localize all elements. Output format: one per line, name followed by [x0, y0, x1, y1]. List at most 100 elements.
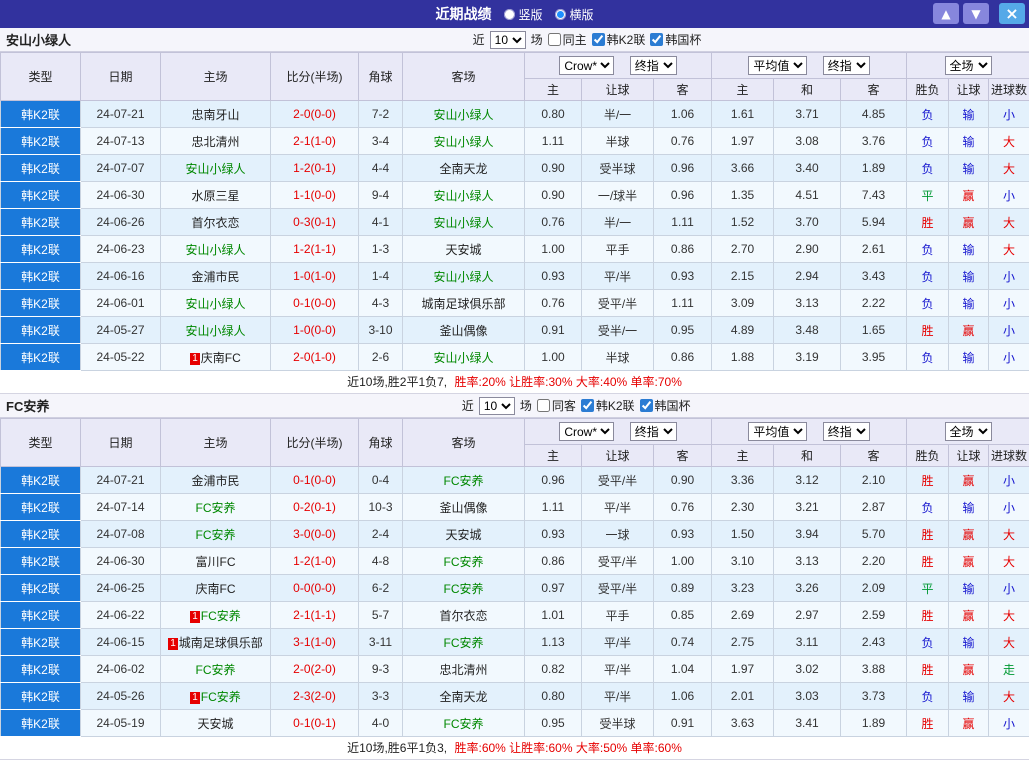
europe-away-odds: 2.20 — [841, 548, 907, 575]
outcome-cell: 负 — [907, 494, 949, 521]
away-team-cell: 天安城 — [403, 236, 525, 263]
corner-score-cell: 7-2 — [359, 101, 403, 128]
europe-home-odds: 3.09 — [712, 290, 774, 317]
home-team-cell: 安山小绿人 — [161, 155, 271, 182]
scroll-down-button[interactable]: ▼ — [963, 3, 989, 24]
europe-home-odds: 2.15 — [712, 263, 774, 290]
layout-vertical-option[interactable]: 竖版 — [503, 6, 542, 23]
col-europe-draw: 和 — [774, 445, 841, 467]
handicap-result-cell: 输 — [949, 236, 989, 263]
league-type-cell: 韩K2联 — [1, 344, 81, 371]
goals-result-cell: 大 — [989, 209, 1029, 236]
league-type-cell: 韩K2联 — [1, 656, 81, 683]
europe-draw-odds: 3.02 — [774, 656, 841, 683]
handicap-result-cell: 输 — [949, 575, 989, 602]
handicap-away-odds: 0.96 — [654, 155, 712, 182]
bookmaker-select[interactable]: Crow* — [559, 56, 614, 75]
away-team-cell: FC安养 — [403, 710, 525, 737]
europe-odds-group: 平均值 终指 — [712, 419, 907, 445]
league-type-cell: 韩K2联 — [1, 290, 81, 317]
league-type-cell: 韩K2联 — [1, 263, 81, 290]
league-k2-checkbox[interactable] — [592, 33, 605, 46]
col-outcome: 胜负 — [907, 445, 949, 467]
col-home: 主场 — [161, 53, 271, 101]
match-row: 韩K2联24-06-16金浦市民1-0(1-0)1-4安山小绿人0.93平/半0… — [1, 263, 1029, 290]
away-team-name: 釜山偶像 — [439, 501, 487, 515]
europe-home-odds: 2.75 — [712, 629, 774, 656]
korean-cup-checkbox[interactable] — [650, 33, 663, 46]
score-cell: 1-0(0-0) — [271, 317, 359, 344]
handicap-line: 平/半 — [582, 263, 654, 290]
recent-label: 近 — [462, 397, 474, 414]
league-k2-checkbox[interactable] — [581, 399, 594, 412]
match-date-cell: 24-05-19 — [81, 710, 161, 737]
away-team-name: FC安养 — [444, 636, 484, 650]
scroll-up-button[interactable]: ▲ — [933, 3, 959, 24]
korean-cup-checkbox[interactable] — [640, 399, 653, 412]
europe-away-odds: 1.89 — [841, 155, 907, 182]
close-button[interactable]: × — [999, 3, 1025, 24]
handicap-line: 受半/一 — [582, 317, 654, 344]
final-odds-select[interactable]: 终指 — [630, 56, 677, 75]
layout-horizontal-option[interactable]: 横版 — [555, 6, 594, 23]
same-venue-filter[interactable]: 同客 — [537, 397, 576, 414]
red-card-badge: 1 — [190, 692, 200, 704]
match-row: 韩K2联24-07-21忠南牙山2-0(0-0)7-2安山小绿人0.80半/一1… — [1, 101, 1029, 128]
handicap-home-odds: 0.91 — [525, 317, 582, 344]
match-row: 韩K2联24-07-13忠北清州2-1(1-0)3-4安山小绿人1.11半球0.… — [1, 128, 1029, 155]
europe-home-odds: 1.50 — [712, 521, 774, 548]
league-k2-filter[interactable]: 韩K2联 — [592, 31, 646, 48]
recent-count-select[interactable]: 10 — [479, 397, 515, 415]
korean-cup-label: 韩国杯 — [655, 397, 691, 414]
europe-away-odds: 2.10 — [841, 467, 907, 494]
handicap-result-cell: 赢 — [949, 317, 989, 344]
final-odds-select[interactable]: 终指 — [823, 422, 870, 441]
summary-row: 近10场,胜6平1负3, 胜率:60% 让胜率:60% 大率:50% 单率:60… — [0, 737, 1029, 760]
final-odds-select[interactable]: 终指 — [630, 422, 677, 441]
goals-result-cell: 小 — [989, 290, 1029, 317]
europe-draw-odds: 3.48 — [774, 317, 841, 344]
scope-select[interactable]: 全场 — [945, 56, 992, 75]
corner-score-cell: 3-3 — [359, 683, 403, 710]
average-odds-select[interactable]: 平均值 — [748, 422, 807, 441]
league-k2-filter[interactable]: 韩K2联 — [581, 397, 635, 414]
corner-score-cell: 4-4 — [359, 155, 403, 182]
average-odds-select[interactable]: 平均值 — [748, 56, 807, 75]
same-venue-checkbox[interactable] — [537, 399, 550, 412]
matches-tbody: 韩K2联24-07-21忠南牙山2-0(0-0)7-2安山小绿人0.80半/一1… — [1, 101, 1029, 371]
recent-count-select[interactable]: 10 — [490, 31, 526, 49]
scope-select[interactable]: 全场 — [945, 422, 992, 441]
outcome-cell: 胜 — [907, 602, 949, 629]
league-type-cell: 韩K2联 — [1, 575, 81, 602]
europe-draw-odds: 3.13 — [774, 548, 841, 575]
home-team-name: 忠北清州 — [191, 135, 239, 149]
handicap-line: 平/半 — [582, 683, 654, 710]
korean-cup-filter[interactable]: 韩国杯 — [650, 31, 701, 48]
handicap-line: 受半球 — [582, 710, 654, 737]
europe-draw-odds: 2.97 — [774, 602, 841, 629]
score-cell: 2-1(1-0) — [271, 128, 359, 155]
europe-away-odds: 3.95 — [841, 344, 907, 371]
outcome-cell: 胜 — [907, 521, 949, 548]
away-team-cell: 安山小绿人 — [403, 101, 525, 128]
same-venue-filter[interactable]: 同主 — [548, 31, 587, 48]
handicap-away-odds: 0.93 — [654, 521, 712, 548]
match-date-cell: 24-06-30 — [81, 548, 161, 575]
match-row: 韩K2联24-05-19天安城0-1(0-1)4-0FC安养0.95受半球0.9… — [1, 710, 1029, 737]
col-type: 类型 — [1, 419, 81, 467]
col-handicap-away: 客 — [654, 445, 712, 467]
europe-home-odds: 3.23 — [712, 575, 774, 602]
final-odds-select[interactable]: 终指 — [823, 56, 870, 75]
europe-home-odds: 1.61 — [712, 101, 774, 128]
bookmaker-select[interactable]: Crow* — [559, 422, 614, 441]
score-cell: 1-2(0-1) — [271, 155, 359, 182]
handicap-odds-group: Crow* 终指 — [525, 53, 712, 79]
away-team-name: 天安城 — [445, 243, 481, 257]
home-team-name: 安山小绿人 — [185, 324, 245, 338]
handicap-away-odds: 0.95 — [654, 317, 712, 344]
score-cell: 2-3(2-0) — [271, 683, 359, 710]
korean-cup-filter[interactable]: 韩国杯 — [640, 397, 691, 414]
same-venue-checkbox[interactable] — [548, 33, 561, 46]
section-header: 安山小绿人 近 10 场 同主 韩K2联 韩国杯 — [0, 28, 1029, 52]
goals-result-cell: 小 — [989, 317, 1029, 344]
